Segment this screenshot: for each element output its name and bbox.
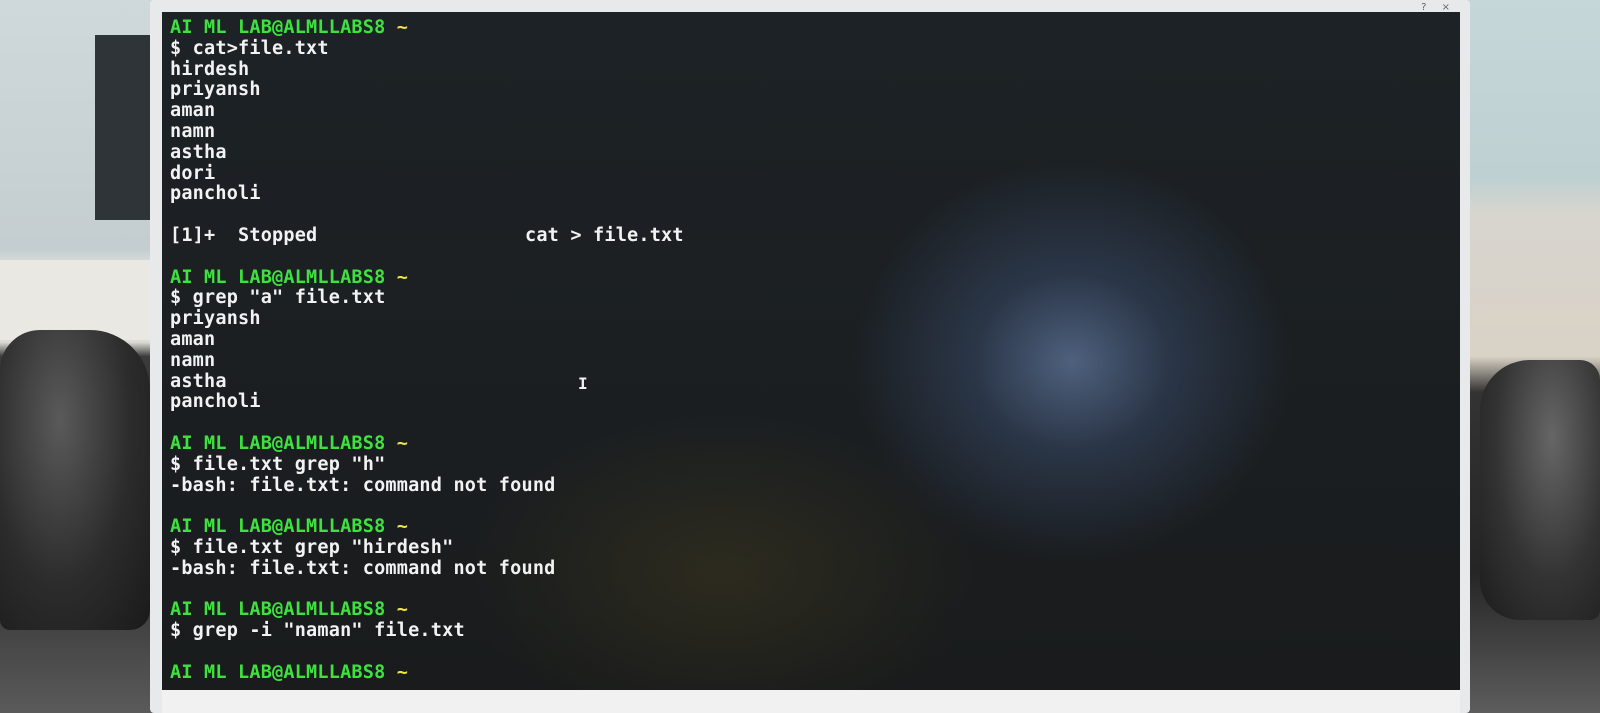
output-line: dori xyxy=(170,162,216,184)
prompt-user: AI ML LAB@ALMLLABS8 xyxy=(170,17,386,38)
output-line: aman xyxy=(170,328,216,350)
output-line: hirdesh xyxy=(170,58,250,80)
output-line: namn xyxy=(170,349,216,371)
prompt-dir: ~ xyxy=(396,432,409,454)
prompt-user: AI ML LAB@ALMLLABS8 xyxy=(170,432,386,454)
prompt-dir: ~ xyxy=(396,661,409,683)
text-cursor-icon: I xyxy=(578,374,588,393)
prompt-line: AI ML LAB@ALMLLABS8 ~ xyxy=(170,599,556,621)
job-command: cat > file.txt xyxy=(525,224,684,246)
prompt-dir: ~ xyxy=(396,266,409,288)
terminal-window[interactable]: AI ML LAB@ALMLLABS8 ~ $ cat>file.txt hirde… xyxy=(162,12,1460,690)
prompt-dir: ~ xyxy=(396,17,409,38)
command-line: $ grep -i "naman" file.txt xyxy=(170,620,465,642)
command-line: $ grep "a" file.txt xyxy=(170,287,386,309)
job-status: [1]+ Stopped xyxy=(170,224,318,246)
prompt-dir: ~ xyxy=(396,516,409,538)
prompt-line: AI ML LAB@ALMLLABS8 ~ xyxy=(170,661,556,684)
prompt-user: AI ML LAB@ALMLLABS8 xyxy=(170,599,386,621)
output-line: astha xyxy=(170,141,227,163)
output-line: astha xyxy=(170,370,227,392)
command-line: $ file.txt grep "h" xyxy=(170,453,386,475)
output-line: pancholi xyxy=(170,183,261,205)
output-line: namn xyxy=(170,120,216,142)
background-right xyxy=(1465,0,1600,713)
output-line: pancholi xyxy=(170,391,261,413)
prompt-user: AI ML LAB@ALMLLABS8 xyxy=(170,516,386,538)
output-line: priyansh xyxy=(170,308,261,330)
prompt-line: AI ML LAB@ALMLLABS8 ~ xyxy=(170,17,556,39)
output-line: -bash: file.txt: command not found xyxy=(170,557,556,579)
output-line: aman xyxy=(170,100,216,122)
prompt-line: AI ML LAB@ALMLLABS8 ~ xyxy=(170,516,556,538)
background-left xyxy=(0,0,160,713)
prompt-user: AI ML LAB@ALMLLABS8 xyxy=(170,266,386,288)
prompt-user: AI ML LAB@ALMLLABS8 xyxy=(170,661,386,683)
background-chair-right xyxy=(1480,360,1600,620)
output-line: -bash: file.txt: command not found xyxy=(170,474,556,496)
command-line: $ file.txt grep "hirdesh" xyxy=(170,536,454,558)
background-chair xyxy=(0,330,150,630)
prompt-line: AI ML LAB@ALMLLABS8 ~ xyxy=(170,266,556,289)
command-line: $ cat>file.txt xyxy=(170,37,329,59)
job-status-line: [1]+ Stopped cat > file.txt xyxy=(170,224,684,247)
background-desk xyxy=(0,260,160,340)
bottom-bezel xyxy=(162,690,1460,713)
output-line: priyansh xyxy=(170,79,261,101)
prompt-line: AI ML LAB@ALMLLABS8 ~ xyxy=(170,432,556,455)
terminal-output[interactable]: AI ML LAB@ALMLLABS8 ~ $ cat>file.txt hirde… xyxy=(170,17,684,684)
prompt-dir: ~ xyxy=(396,599,409,621)
